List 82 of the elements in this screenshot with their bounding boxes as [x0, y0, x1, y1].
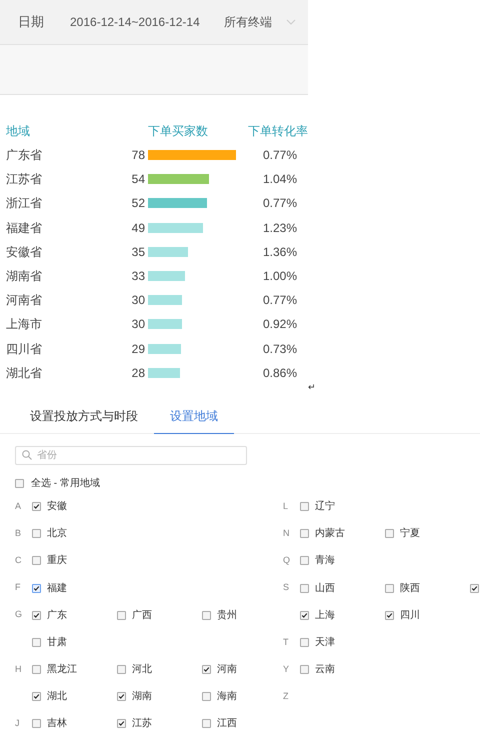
checkbox-label[interactable]: 陕西: [400, 580, 420, 596]
checkbox-label[interactable]: 广东: [47, 608, 67, 623]
buyer-count: 30: [130, 316, 146, 334]
buyer-count: 30: [130, 292, 146, 310]
checkbox-label[interactable]: 江西: [217, 716, 237, 732]
index-letter: H: [15, 662, 22, 676]
conversion-rate: 1.23%: [262, 220, 297, 237]
region-name: 湖南省: [5, 268, 43, 286]
checkbox-label[interactable]: 青海: [315, 553, 335, 568]
conversion-rate: 0.86%: [262, 364, 297, 382]
index-letter: Y: [283, 662, 290, 676]
index-letter: A: [15, 500, 22, 513]
index-letter: Q: [283, 554, 292, 568]
region-name: 四川省: [5, 340, 43, 358]
checkbox-label[interactable]: 安徽: [47, 498, 67, 514]
conversion-rate: 1.04%: [262, 171, 297, 188]
index-letter: N: [283, 526, 290, 540]
column-header: 下单买家数: [148, 123, 209, 140]
buyer-count: 29: [130, 340, 146, 358]
conversion-rate: 0.77%: [262, 147, 297, 164]
checkbox-label[interactable]: 贵州: [217, 608, 237, 623]
conversion-rate: 1.00%: [262, 268, 297, 286]
checkbox-label[interactable]: 海南: [217, 689, 237, 704]
checkbox-label[interactable]: 湖南: [132, 689, 152, 704]
index-letter: J: [15, 717, 20, 730]
checkbox-label[interactable]: 湖北: [47, 689, 67, 704]
column-header: 地域: [5, 123, 31, 140]
checkbox-label[interactable]: 山西: [315, 580, 335, 596]
checkbox-label[interactable]: 河南: [217, 662, 237, 678]
checkbox-label[interactable]: 广西: [132, 608, 152, 623]
checkbox-label[interactable]: 云南: [315, 662, 335, 678]
index-letter: G: [15, 608, 24, 622]
checkbox-label[interactable]: 重庆: [47, 553, 67, 568]
region-name: 上海市: [5, 316, 43, 334]
date-label[interactable]: 日期: [18, 12, 44, 32]
search-field[interactable]: 省份: [15, 446, 247, 465]
checkbox-label[interactable]: 上海: [315, 608, 335, 623]
conversion-rate: 0.77%: [262, 195, 297, 212]
region-name: 江苏省: [5, 171, 43, 188]
region-name: 湖北省: [5, 364, 43, 382]
buyer-count: 35: [130, 244, 146, 261]
index-letter: S: [283, 581, 290, 594]
tab[interactable]: 设置投放方式与时段: [14, 398, 154, 434]
tab[interactable]: 设置地域: [154, 398, 234, 434]
checkbox-label[interactable]: 北京: [47, 526, 67, 542]
index-letter: F: [15, 581, 22, 594]
index-letter: T: [283, 636, 290, 649]
buyer-count: 52: [130, 195, 146, 212]
buyer-count: 78: [130, 147, 146, 164]
buyer-count: 33: [130, 268, 146, 286]
checkbox-label[interactable]: 甘肃: [47, 634, 67, 650]
checkbox-label[interactable]: 吉林: [47, 716, 67, 732]
checkbox-label[interactable]: 宁夏: [400, 526, 420, 542]
checkbox-label[interactable]: 河北: [132, 662, 152, 678]
checkbox-label[interactable]: 黑龙江: [47, 662, 77, 678]
index-letter: L: [283, 500, 290, 513]
index-letter: C: [15, 554, 22, 568]
buyer-count: 28: [130, 364, 146, 382]
index-letter: B: [15, 526, 22, 540]
checkbox-label[interactable]: 全选 - 常用地域: [31, 476, 100, 492]
conversion-rate: 1.36%: [262, 244, 297, 261]
column-header: 下单转化率: [247, 123, 308, 140]
region-name: 河南省: [5, 292, 43, 310]
checkbox-label[interactable]: 内蒙古: [315, 526, 345, 542]
checkbox-label[interactable]: 天津: [315, 634, 335, 650]
conversion-rate: 0.77%: [262, 292, 297, 310]
date-range[interactable]: 2016-12-14~2016-12-14: [70, 13, 200, 31]
return-mark: ↵: [308, 381, 316, 394]
conversion-rate: 0.73%: [262, 340, 297, 358]
checkbox-label[interactable]: 江苏: [132, 716, 152, 732]
terminal-select[interactable]: 所有终端: [224, 13, 272, 31]
conversion-rate: 0.92%: [262, 316, 297, 334]
checkbox-label[interactable]: 四川: [400, 608, 420, 623]
checkbox-label[interactable]: 辽宁: [315, 498, 335, 514]
checkbox-label[interactable]: 福建: [47, 580, 67, 596]
index-letter: Z: [283, 690, 290, 704]
region-name: 浙江省: [5, 195, 43, 212]
region-name: 安徽省: [5, 244, 43, 261]
region-name: 福建省: [5, 220, 43, 237]
region-name: 广东省: [5, 147, 43, 164]
buyer-count: 49: [130, 220, 146, 237]
buyer-count: 54: [130, 171, 146, 188]
